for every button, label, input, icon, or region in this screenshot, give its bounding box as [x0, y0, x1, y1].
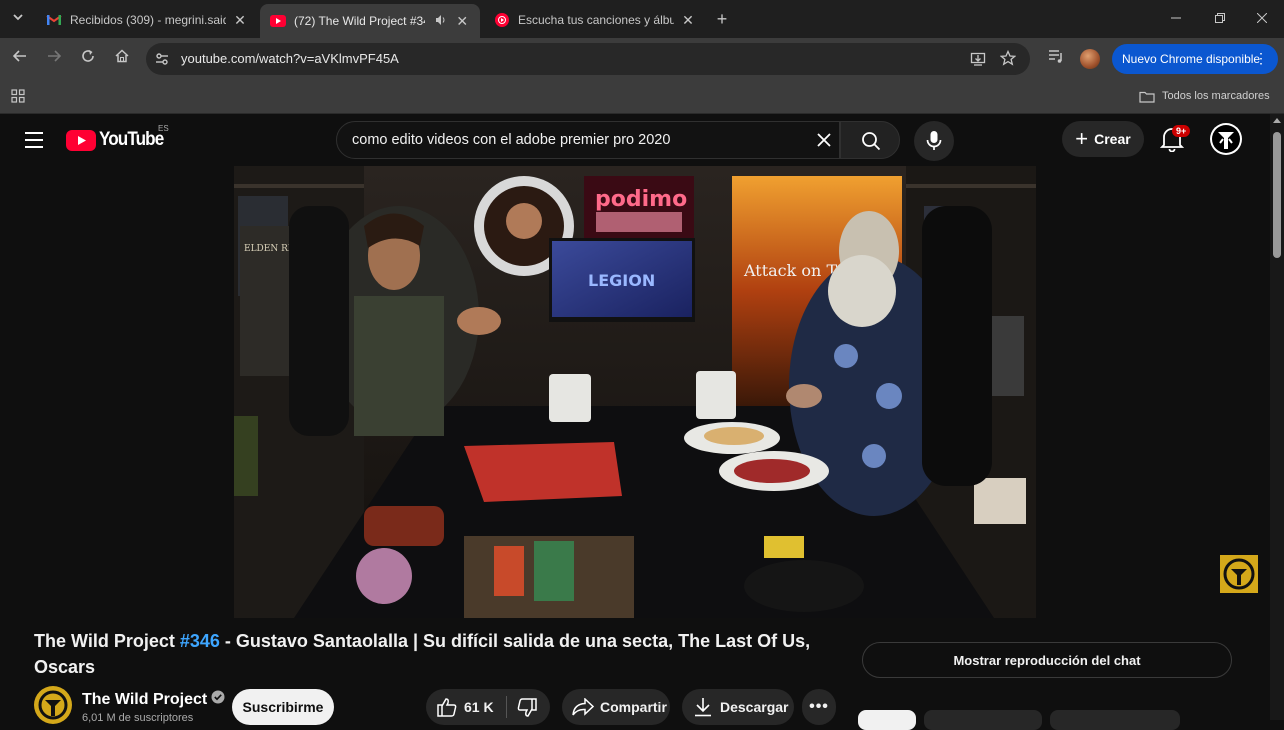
search-query: como edito videos con el adobe premier p…: [352, 132, 671, 148]
chip-all[interactable]: [858, 710, 916, 730]
title-text: - Gustavo Santaolalla | Su difícil salid…: [219, 631, 811, 651]
bookmark-star-icon[interactable]: [999, 49, 1017, 71]
account-avatar[interactable]: [1210, 123, 1242, 155]
subscriber-count: 6,01 M de suscriptores: [82, 712, 194, 724]
region-code: ES: [158, 124, 169, 133]
share-icon: [572, 697, 595, 719]
channel-watermark[interactable]: [1220, 555, 1258, 593]
podimo-text: podimo: [595, 187, 687, 212]
media-control-icon[interactable]: [1044, 47, 1068, 71]
title-text: The Wild Project: [34, 631, 180, 651]
tab-title: Escucha tus canciones y álbumes: [518, 13, 674, 27]
notification-count-badge: 9+: [1172, 125, 1191, 137]
thumbs-down-icon: [517, 698, 537, 717]
notifications-button[interactable]: 9+: [1159, 125, 1191, 157]
tab-title: Recibidos (309) - megrini.saidi@: [70, 13, 226, 27]
thumbs-up-icon: [437, 698, 457, 717]
channel-logo-icon: [1212, 125, 1240, 153]
bookmarks-bar: Todos los marcadores: [0, 80, 1284, 114]
minimize-icon[interactable]: [1164, 7, 1188, 31]
chat-replay-label: Mostrar reproducción del chat: [953, 652, 1141, 668]
restore-icon[interactable]: [1208, 7, 1232, 31]
folder-icon: [1139, 90, 1155, 108]
address-bar[interactable]: youtube.com/watch?v=aVKlmvPF45A: [146, 43, 1030, 75]
dislike-button[interactable]: [516, 698, 538, 721]
gmail-icon: [46, 12, 62, 28]
home-icon[interactable]: [110, 47, 134, 71]
more-horiz-icon: •••: [809, 698, 829, 715]
tab-youtube-active[interactable]: (72) The Wild Project #346 ✕: [260, 4, 480, 38]
close-window-icon[interactable]: [1250, 7, 1274, 31]
speaker-icon[interactable]: [433, 13, 449, 29]
more-vert-icon[interactable]: ⋮: [1254, 51, 1268, 65]
site-info-icon[interactable]: [154, 51, 170, 72]
all-bookmarks-link[interactable]: Todos los marcadores: [1162, 90, 1270, 102]
subscribe-label: Suscribirme: [242, 699, 324, 715]
youtube-logo[interactable]: YouTube ES: [66, 124, 170, 151]
update-label: Nuevo Chrome disponible: [1122, 52, 1261, 66]
tab-youtube-music[interactable]: Escucha tus canciones y álbumes ✕: [484, 6, 706, 34]
poster-elden-text: ELDEN RI: [244, 244, 292, 254]
divider: [506, 696, 507, 718]
show-chat-replay-button[interactable]: Mostrar reproducción del chat: [862, 642, 1232, 678]
browser-toolbar: youtube.com/watch?v=aVKlmvPF45A Nuevo Ch…: [0, 38, 1284, 80]
youtube-music-icon: [494, 12, 510, 28]
video-player[interactable]: ELDEN RI podimo Attack on Ti LEGION: [234, 166, 1036, 618]
legion-screen-text: LEGION: [588, 271, 655, 290]
forward-icon[interactable]: [42, 47, 66, 71]
youtube-icon: [270, 13, 286, 29]
share-label: Compartir: [600, 699, 667, 715]
channel-avatar[interactable]: [34, 686, 72, 724]
channel-name-row[interactable]: The Wild Project: [82, 690, 225, 709]
chip[interactable]: [1050, 710, 1180, 730]
url-text: youtube.com/watch?v=aVKlmvPF45A: [181, 51, 399, 66]
search-input[interactable]: como edito videos con el adobe premier p…: [336, 121, 840, 159]
video-frame: ELDEN RI podimo Attack on Ti LEGION: [234, 166, 1036, 618]
guide-menu-icon[interactable]: [22, 129, 46, 156]
youtube-logo-icon: [66, 129, 96, 151]
page-scrollbar[interactable]: [1270, 114, 1284, 720]
tab-search-icon[interactable]: [6, 7, 30, 31]
create-button[interactable]: + Crear: [1062, 121, 1144, 157]
profile-avatar[interactable]: [1080, 49, 1100, 69]
plus-icon: +: [1075, 126, 1089, 151]
youtube-header: YouTube ES como edito videos con el adob…: [0, 114, 1270, 166]
channel-logo-icon: [38, 690, 68, 720]
youtube-page: YouTube ES como edito videos con el adob…: [0, 114, 1284, 730]
voice-search-button[interactable]: [914, 121, 954, 161]
search-icon: [861, 131, 881, 156]
browser-tab-strip: Recibidos (309) - megrini.saidi@ ✕ (72) …: [0, 0, 1284, 38]
create-label: Crear: [1094, 131, 1131, 147]
logo-text: YouTube: [99, 129, 164, 150]
tab-gmail[interactable]: Recibidos (309) - megrini.saidi@ ✕: [36, 6, 258, 34]
download-icon: [694, 697, 712, 720]
new-tab-icon[interactable]: +: [710, 7, 734, 31]
scrollbar-thumb[interactable]: [1273, 132, 1281, 258]
reload-icon[interactable]: [76, 47, 100, 71]
attack-poster-text: Attack on Ti: [743, 261, 842, 280]
download-label: Descargar: [720, 699, 789, 715]
clear-search-icon[interactable]: [815, 131, 833, 154]
apps-grid-icon[interactable]: [11, 89, 25, 108]
channel-name[interactable]: The Wild Project: [82, 691, 207, 709]
back-icon[interactable]: [8, 47, 32, 71]
scroll-up-arrow-icon[interactable]: [1273, 118, 1281, 123]
watermark-logo-icon: [1223, 558, 1255, 590]
title-text-line2: Oscars: [34, 657, 96, 677]
title-hashtag-link[interactable]: #346: [180, 631, 220, 651]
close-tab-icon[interactable]: ✕: [454, 13, 470, 30]
search-button[interactable]: [840, 121, 900, 159]
tab-title: (72) The Wild Project #346: [294, 14, 425, 28]
like-button[interactable]: [436, 697, 458, 720]
close-tab-icon[interactable]: ✕: [232, 12, 248, 29]
install-app-icon[interactable]: [970, 51, 986, 72]
like-count: 61 K: [464, 699, 494, 715]
close-tab-icon[interactable]: ✕: [680, 12, 696, 29]
microphone-icon: [926, 130, 942, 157]
chip[interactable]: [924, 710, 1042, 730]
verified-icon: [211, 690, 225, 709]
video-title: The Wild Project #346 - Gustavo Santaola…: [34, 628, 834, 680]
chrome-update-button[interactable]: Nuevo Chrome disponible ⋮: [1112, 44, 1278, 74]
